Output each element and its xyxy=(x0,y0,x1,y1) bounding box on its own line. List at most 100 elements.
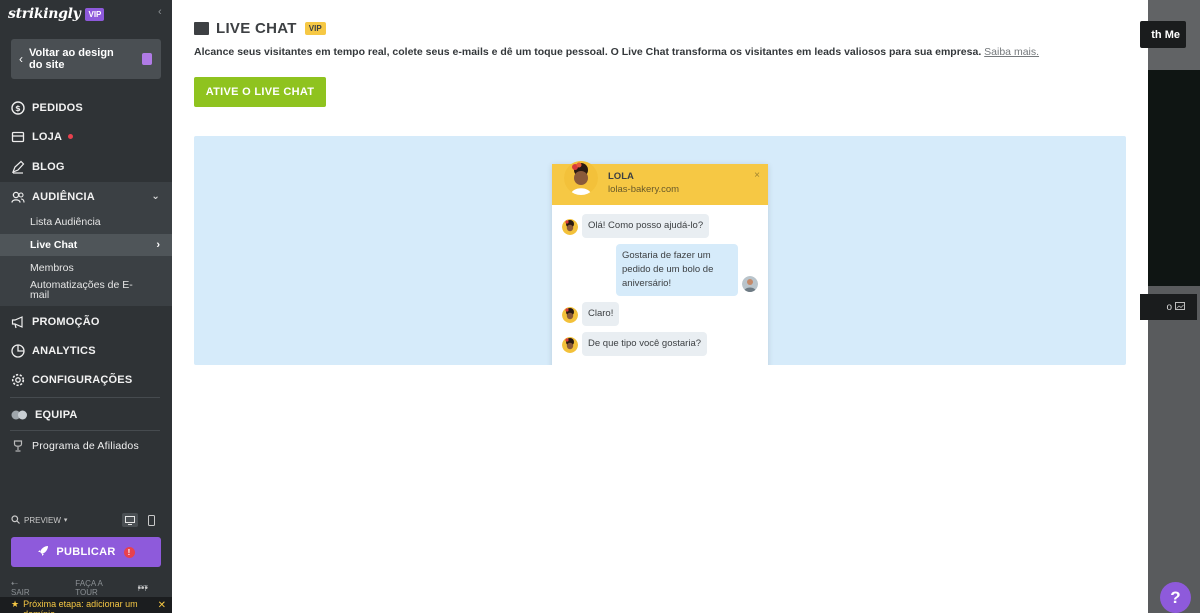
image-icon xyxy=(1175,301,1185,313)
arrow-left-icon: ⇠ xyxy=(11,579,18,588)
nav-label-afiliados: Programa de Afiliados xyxy=(32,439,139,452)
audiencia-subnav: Lista Audiência Live Chat › Membros Auto… xyxy=(0,211,172,306)
site-preview-media-label: o xyxy=(1166,301,1172,313)
agent-name: LOLA xyxy=(608,171,634,182)
chat-message: Gostaria de fazer um pedido de um bolo d… xyxy=(616,244,738,296)
nav-item-loja[interactable]: LOJA xyxy=(0,122,172,151)
help-button[interactable]: ? xyxy=(1160,582,1191,613)
bottom-links: ⇠ SAIR FAÇA A TOUR PT ••• xyxy=(11,579,161,597)
more-options-icon[interactable]: ••• xyxy=(137,583,148,594)
agent-mini-avatar xyxy=(562,219,578,235)
collapse-sidebar-icon[interactable]: ‹ xyxy=(158,6,162,18)
nav-label-audiencia: AUDIÊNCIA xyxy=(32,190,95,203)
megaphone-icon xyxy=(11,315,25,329)
search-icon xyxy=(11,514,20,526)
nav-item-promocao[interactable]: PROMOÇÃO xyxy=(0,307,172,336)
chat-preview-area: LOLA lolas-bakery.com × Olá! Como posso … xyxy=(194,136,1126,365)
site-preview-strip: th Me o ? xyxy=(1140,0,1200,613)
chat-widget-header: LOLA lolas-bakery.com × xyxy=(552,161,768,205)
nav-item-afiliados[interactable]: Programa de Afiliados xyxy=(0,431,172,460)
nav-label-pedidos: PEDIDOS xyxy=(32,101,83,114)
learn-more-link[interactable]: Saiba mais. xyxy=(984,46,1039,58)
next-step-banner[interactable]: ★ Próxima etapa: adicionar um domínio ✕ xyxy=(0,597,172,613)
team-icon xyxy=(11,408,28,422)
desktop-icon[interactable] xyxy=(122,513,138,527)
chat-bubble-icon xyxy=(194,21,209,35)
description-text: Alcance seus visitantes em tempo real, c… xyxy=(194,46,982,58)
notification-dot xyxy=(68,134,74,139)
dollar-circle-icon: $ xyxy=(11,100,25,115)
site-preview-media-button[interactable]: o xyxy=(1140,294,1197,320)
subnav-item-automatizacoes[interactable]: Automatizações de E-mail xyxy=(0,280,140,301)
user-mini-avatar xyxy=(742,276,758,292)
mobile-icon[interactable] xyxy=(143,513,159,527)
preview-row: PREVIEW ▾ xyxy=(11,513,161,527)
subnav-label-live-chat: Live Chat xyxy=(30,239,78,251)
publish-label: PUBLICAR xyxy=(56,546,116,558)
agent-avatar xyxy=(564,161,598,195)
page-description: Alcance seus visitantes em tempo real, c… xyxy=(194,46,1134,58)
nav-label-loja: LOJA xyxy=(32,130,63,143)
nav-label-equipa: EQUIPA xyxy=(35,408,78,421)
nav-label-analytics: ANALYTICS xyxy=(32,344,96,357)
agent-mini-avatar xyxy=(562,337,578,353)
next-step-label: Próxima etapa: adicionar um domínio xyxy=(23,599,138,613)
chevron-left-icon: ‹ xyxy=(19,52,23,66)
close-icon: × xyxy=(754,170,760,181)
alert-icon: ! xyxy=(123,546,135,558)
pie-chart-icon xyxy=(11,343,25,358)
strikingly-logo: strikingly xyxy=(8,6,81,22)
logo-row[interactable]: strikingly VIP xyxy=(8,6,105,22)
trophy-icon xyxy=(11,439,25,453)
vip-badge: VIP xyxy=(85,7,105,21)
back-to-site-design-label: Voltar ao design do site xyxy=(29,47,114,71)
chat-message: Olá! Como posso ajudá-lo? xyxy=(582,214,710,238)
subnav-item-live-chat[interactable]: Live Chat › xyxy=(0,234,172,256)
subnav-item-lista-audiencia[interactable]: Lista Audiência xyxy=(0,216,172,228)
audience-icon xyxy=(11,190,25,204)
vip-badge: VIP xyxy=(304,21,326,35)
site-preview-button[interactable]: th Me xyxy=(1140,21,1186,48)
preview-dropdown[interactable]: PREVIEW xyxy=(24,516,61,525)
tour-link[interactable]: FAÇA A TOUR xyxy=(75,579,124,597)
site-preview-hero xyxy=(1148,70,1200,286)
gear-icon xyxy=(11,373,25,387)
activate-live-chat-button[interactable]: ATIVE O LIVE CHAT xyxy=(194,77,326,107)
nav-item-configuracoes[interactable]: CONFIGURAÇÕES xyxy=(0,365,172,394)
nav-label-blog: BLOG xyxy=(32,160,65,173)
agent-mini-avatar xyxy=(562,307,578,323)
chat-message: De que tipo você gostaria? xyxy=(582,332,708,356)
exit-link[interactable]: ⇠ SAIR xyxy=(11,579,62,597)
mobile-preview-icon xyxy=(142,53,152,65)
main-panel: LIVE CHAT VIP Alcance seus visitantes em… xyxy=(172,0,1148,613)
agent-site: lolas-bakery.com xyxy=(608,184,680,195)
sidebar-divider xyxy=(10,397,160,398)
close-icon[interactable]: ✕ xyxy=(158,600,166,611)
sidebar: strikingly VIP ‹ ‹ Voltar ao design do s… xyxy=(0,0,172,613)
store-icon xyxy=(11,130,25,144)
back-to-site-design-button[interactable]: ‹ Voltar ao design do site xyxy=(11,39,161,79)
caret-down-icon: ▾ xyxy=(63,517,68,524)
nav-item-audiencia[interactable]: AUDIÊNCIA ⌄ xyxy=(0,182,172,211)
site-preview-header: th Me xyxy=(1140,0,1200,70)
nav-item-analytics[interactable]: ANALYTICS xyxy=(0,336,172,365)
nav-item-blog[interactable]: BLOG xyxy=(0,152,172,181)
chat-message: Claro! xyxy=(582,302,620,326)
exit-label: SAIR xyxy=(11,588,30,597)
star-icon: ★ xyxy=(11,599,20,609)
chevron-right-icon: › xyxy=(156,239,160,251)
nav-item-pedidos[interactable]: $ PEDIDOS xyxy=(0,93,172,122)
rocket-icon xyxy=(37,545,49,560)
subnav-item-membros[interactable]: Membros xyxy=(0,262,172,274)
chevron-down-icon: ⌄ xyxy=(151,191,160,202)
page-title-row: LIVE CHAT VIP xyxy=(194,19,326,37)
pen-icon xyxy=(11,160,25,174)
publish-button[interactable]: PUBLICAR ! xyxy=(11,537,161,567)
nav-item-equipa[interactable]: EQUIPA xyxy=(0,400,172,429)
svg-text:$: $ xyxy=(15,104,21,113)
nav-label-promocao: PROMOÇÃO xyxy=(32,315,100,328)
site-preview-lower xyxy=(1148,286,1200,613)
nav-label-configuracoes: CONFIGURAÇÕES xyxy=(32,373,133,386)
page-title: LIVE CHAT xyxy=(216,19,297,37)
chat-widget-preview: LOLA lolas-bakery.com × Olá! Como posso … xyxy=(552,161,768,365)
